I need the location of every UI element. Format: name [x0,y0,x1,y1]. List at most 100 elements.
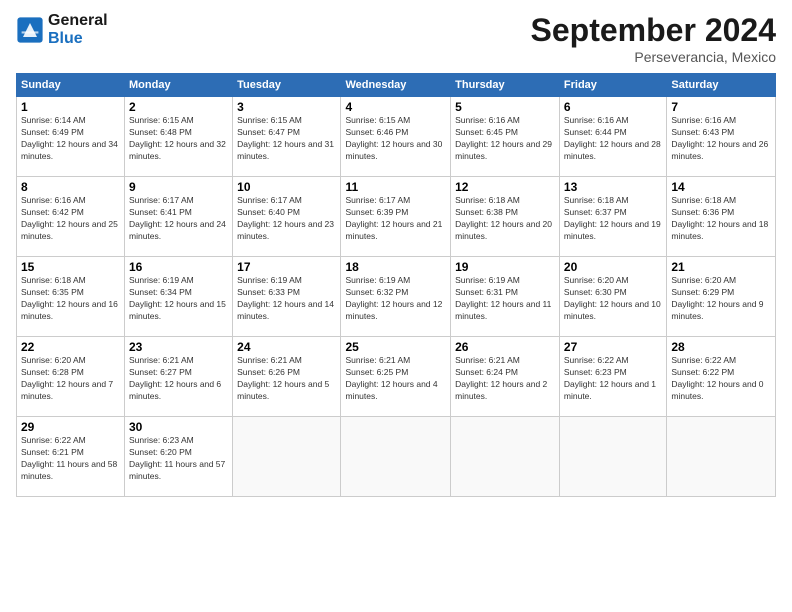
logo: General Blue [16,12,108,47]
day-number: 15 [21,260,120,274]
day-info: Sunrise: 6:15 AM Sunset: 6:48 PM Dayligh… [129,115,228,163]
day-info: Sunrise: 6:18 AM Sunset: 6:35 PM Dayligh… [21,275,120,323]
day-info: Sunrise: 6:15 AM Sunset: 6:46 PM Dayligh… [345,115,446,163]
day-number: 26 [455,340,555,354]
weekday-header: Saturday [667,74,776,97]
day-info: Sunrise: 6:19 AM Sunset: 6:32 PM Dayligh… [345,275,446,323]
day-number: 22 [21,340,120,354]
logo-icon [16,16,44,44]
day-number: 28 [671,340,771,354]
day-number: 2 [129,100,228,114]
day-info: Sunrise: 6:16 AM Sunset: 6:45 PM Dayligh… [455,115,555,163]
calendar-day-cell: 23 Sunrise: 6:21 AM Sunset: 6:27 PM Dayl… [125,337,233,417]
day-number: 10 [237,180,336,194]
day-number: 30 [129,420,228,434]
day-info: Sunrise: 6:23 AM Sunset: 6:20 PM Dayligh… [129,435,228,483]
calendar-day-cell: 1 Sunrise: 6:14 AM Sunset: 6:49 PM Dayli… [17,97,125,177]
day-number: 6 [564,100,662,114]
weekday-header: Thursday [451,74,560,97]
calendar-day-cell: 21 Sunrise: 6:20 AM Sunset: 6:29 PM Dayl… [667,257,776,337]
calendar-table: SundayMondayTuesdayWednesdayThursdayFrid… [16,73,776,497]
weekday-header: Friday [559,74,666,97]
calendar-week-row: 22 Sunrise: 6:20 AM Sunset: 6:28 PM Dayl… [17,337,776,417]
day-number: 20 [564,260,662,274]
calendar-page: General Blue September 2024 Perseveranci… [0,0,792,612]
day-info: Sunrise: 6:19 AM Sunset: 6:31 PM Dayligh… [455,275,555,323]
calendar-day-cell: 26 Sunrise: 6:21 AM Sunset: 6:24 PM Dayl… [451,337,560,417]
calendar-day-cell: 11 Sunrise: 6:17 AM Sunset: 6:39 PM Dayl… [341,177,451,257]
day-number: 21 [671,260,771,274]
calendar-day-cell: 19 Sunrise: 6:19 AM Sunset: 6:31 PM Dayl… [451,257,560,337]
day-info: Sunrise: 6:20 AM Sunset: 6:29 PM Dayligh… [671,275,771,323]
calendar-day-cell [451,417,560,497]
day-info: Sunrise: 6:21 AM Sunset: 6:24 PM Dayligh… [455,355,555,403]
weekday-header: Sunday [17,74,125,97]
calendar-day-cell [667,417,776,497]
day-number: 9 [129,180,228,194]
day-info: Sunrise: 6:19 AM Sunset: 6:34 PM Dayligh… [129,275,228,323]
weekday-header-row: SundayMondayTuesdayWednesdayThursdayFrid… [17,74,776,97]
calendar-day-cell: 25 Sunrise: 6:21 AM Sunset: 6:25 PM Dayl… [341,337,451,417]
calendar-day-cell: 12 Sunrise: 6:18 AM Sunset: 6:38 PM Dayl… [451,177,560,257]
calendar-day-cell: 17 Sunrise: 6:19 AM Sunset: 6:33 PM Dayl… [233,257,341,337]
day-info: Sunrise: 6:22 AM Sunset: 6:22 PM Dayligh… [671,355,771,403]
day-number: 16 [129,260,228,274]
calendar-day-cell: 14 Sunrise: 6:18 AM Sunset: 6:36 PM Dayl… [667,177,776,257]
day-info: Sunrise: 6:21 AM Sunset: 6:26 PM Dayligh… [237,355,336,403]
calendar-day-cell: 18 Sunrise: 6:19 AM Sunset: 6:32 PM Dayl… [341,257,451,337]
calendar-day-cell: 24 Sunrise: 6:21 AM Sunset: 6:26 PM Dayl… [233,337,341,417]
calendar-day-cell: 20 Sunrise: 6:20 AM Sunset: 6:30 PM Dayl… [559,257,666,337]
location-subtitle: Perseverancia, Mexico [531,49,776,65]
day-info: Sunrise: 6:19 AM Sunset: 6:33 PM Dayligh… [237,275,336,323]
day-number: 14 [671,180,771,194]
day-info: Sunrise: 6:20 AM Sunset: 6:30 PM Dayligh… [564,275,662,323]
day-info: Sunrise: 6:22 AM Sunset: 6:23 PM Dayligh… [564,355,662,403]
calendar-day-cell: 22 Sunrise: 6:20 AM Sunset: 6:28 PM Dayl… [17,337,125,417]
day-number: 11 [345,180,446,194]
day-number: 17 [237,260,336,274]
day-number: 13 [564,180,662,194]
day-number: 5 [455,100,555,114]
page-header: General Blue September 2024 Perseveranci… [16,12,776,65]
day-info: Sunrise: 6:21 AM Sunset: 6:27 PM Dayligh… [129,355,228,403]
day-info: Sunrise: 6:22 AM Sunset: 6:21 PM Dayligh… [21,435,120,483]
day-info: Sunrise: 6:18 AM Sunset: 6:36 PM Dayligh… [671,195,771,243]
day-info: Sunrise: 6:17 AM Sunset: 6:39 PM Dayligh… [345,195,446,243]
calendar-day-cell: 10 Sunrise: 6:17 AM Sunset: 6:40 PM Dayl… [233,177,341,257]
day-number: 29 [21,420,120,434]
day-info: Sunrise: 6:21 AM Sunset: 6:25 PM Dayligh… [345,355,446,403]
weekday-header: Tuesday [233,74,341,97]
day-info: Sunrise: 6:16 AM Sunset: 6:43 PM Dayligh… [671,115,771,163]
day-number: 3 [237,100,336,114]
title-area: September 2024 Perseverancia, Mexico [531,12,776,65]
calendar-day-cell: 5 Sunrise: 6:16 AM Sunset: 6:45 PM Dayli… [451,97,560,177]
day-info: Sunrise: 6:18 AM Sunset: 6:37 PM Dayligh… [564,195,662,243]
day-info: Sunrise: 6:16 AM Sunset: 6:44 PM Dayligh… [564,115,662,163]
calendar-day-cell: 29 Sunrise: 6:22 AM Sunset: 6:21 PM Dayl… [17,417,125,497]
day-number: 23 [129,340,228,354]
logo-text: General Blue [48,12,108,47]
calendar-day-cell: 8 Sunrise: 6:16 AM Sunset: 6:42 PM Dayli… [17,177,125,257]
calendar-week-row: 8 Sunrise: 6:16 AM Sunset: 6:42 PM Dayli… [17,177,776,257]
calendar-day-cell [233,417,341,497]
weekday-header: Monday [125,74,233,97]
calendar-day-cell: 2 Sunrise: 6:15 AM Sunset: 6:48 PM Dayli… [125,97,233,177]
day-info: Sunrise: 6:15 AM Sunset: 6:47 PM Dayligh… [237,115,336,163]
calendar-week-row: 15 Sunrise: 6:18 AM Sunset: 6:35 PM Dayl… [17,257,776,337]
calendar-week-row: 1 Sunrise: 6:14 AM Sunset: 6:49 PM Dayli… [17,97,776,177]
day-info: Sunrise: 6:17 AM Sunset: 6:41 PM Dayligh… [129,195,228,243]
day-number: 8 [21,180,120,194]
day-number: 4 [345,100,446,114]
calendar-day-cell: 7 Sunrise: 6:16 AM Sunset: 6:43 PM Dayli… [667,97,776,177]
day-number: 7 [671,100,771,114]
calendar-day-cell: 27 Sunrise: 6:22 AM Sunset: 6:23 PM Dayl… [559,337,666,417]
calendar-day-cell: 16 Sunrise: 6:19 AM Sunset: 6:34 PM Dayl… [125,257,233,337]
day-number: 18 [345,260,446,274]
calendar-day-cell: 30 Sunrise: 6:23 AM Sunset: 6:20 PM Dayl… [125,417,233,497]
calendar-day-cell [559,417,666,497]
day-info: Sunrise: 6:14 AM Sunset: 6:49 PM Dayligh… [21,115,120,163]
calendar-day-cell: 15 Sunrise: 6:18 AM Sunset: 6:35 PM Dayl… [17,257,125,337]
calendar-day-cell: 4 Sunrise: 6:15 AM Sunset: 6:46 PM Dayli… [341,97,451,177]
day-number: 19 [455,260,555,274]
calendar-week-row: 29 Sunrise: 6:22 AM Sunset: 6:21 PM Dayl… [17,417,776,497]
